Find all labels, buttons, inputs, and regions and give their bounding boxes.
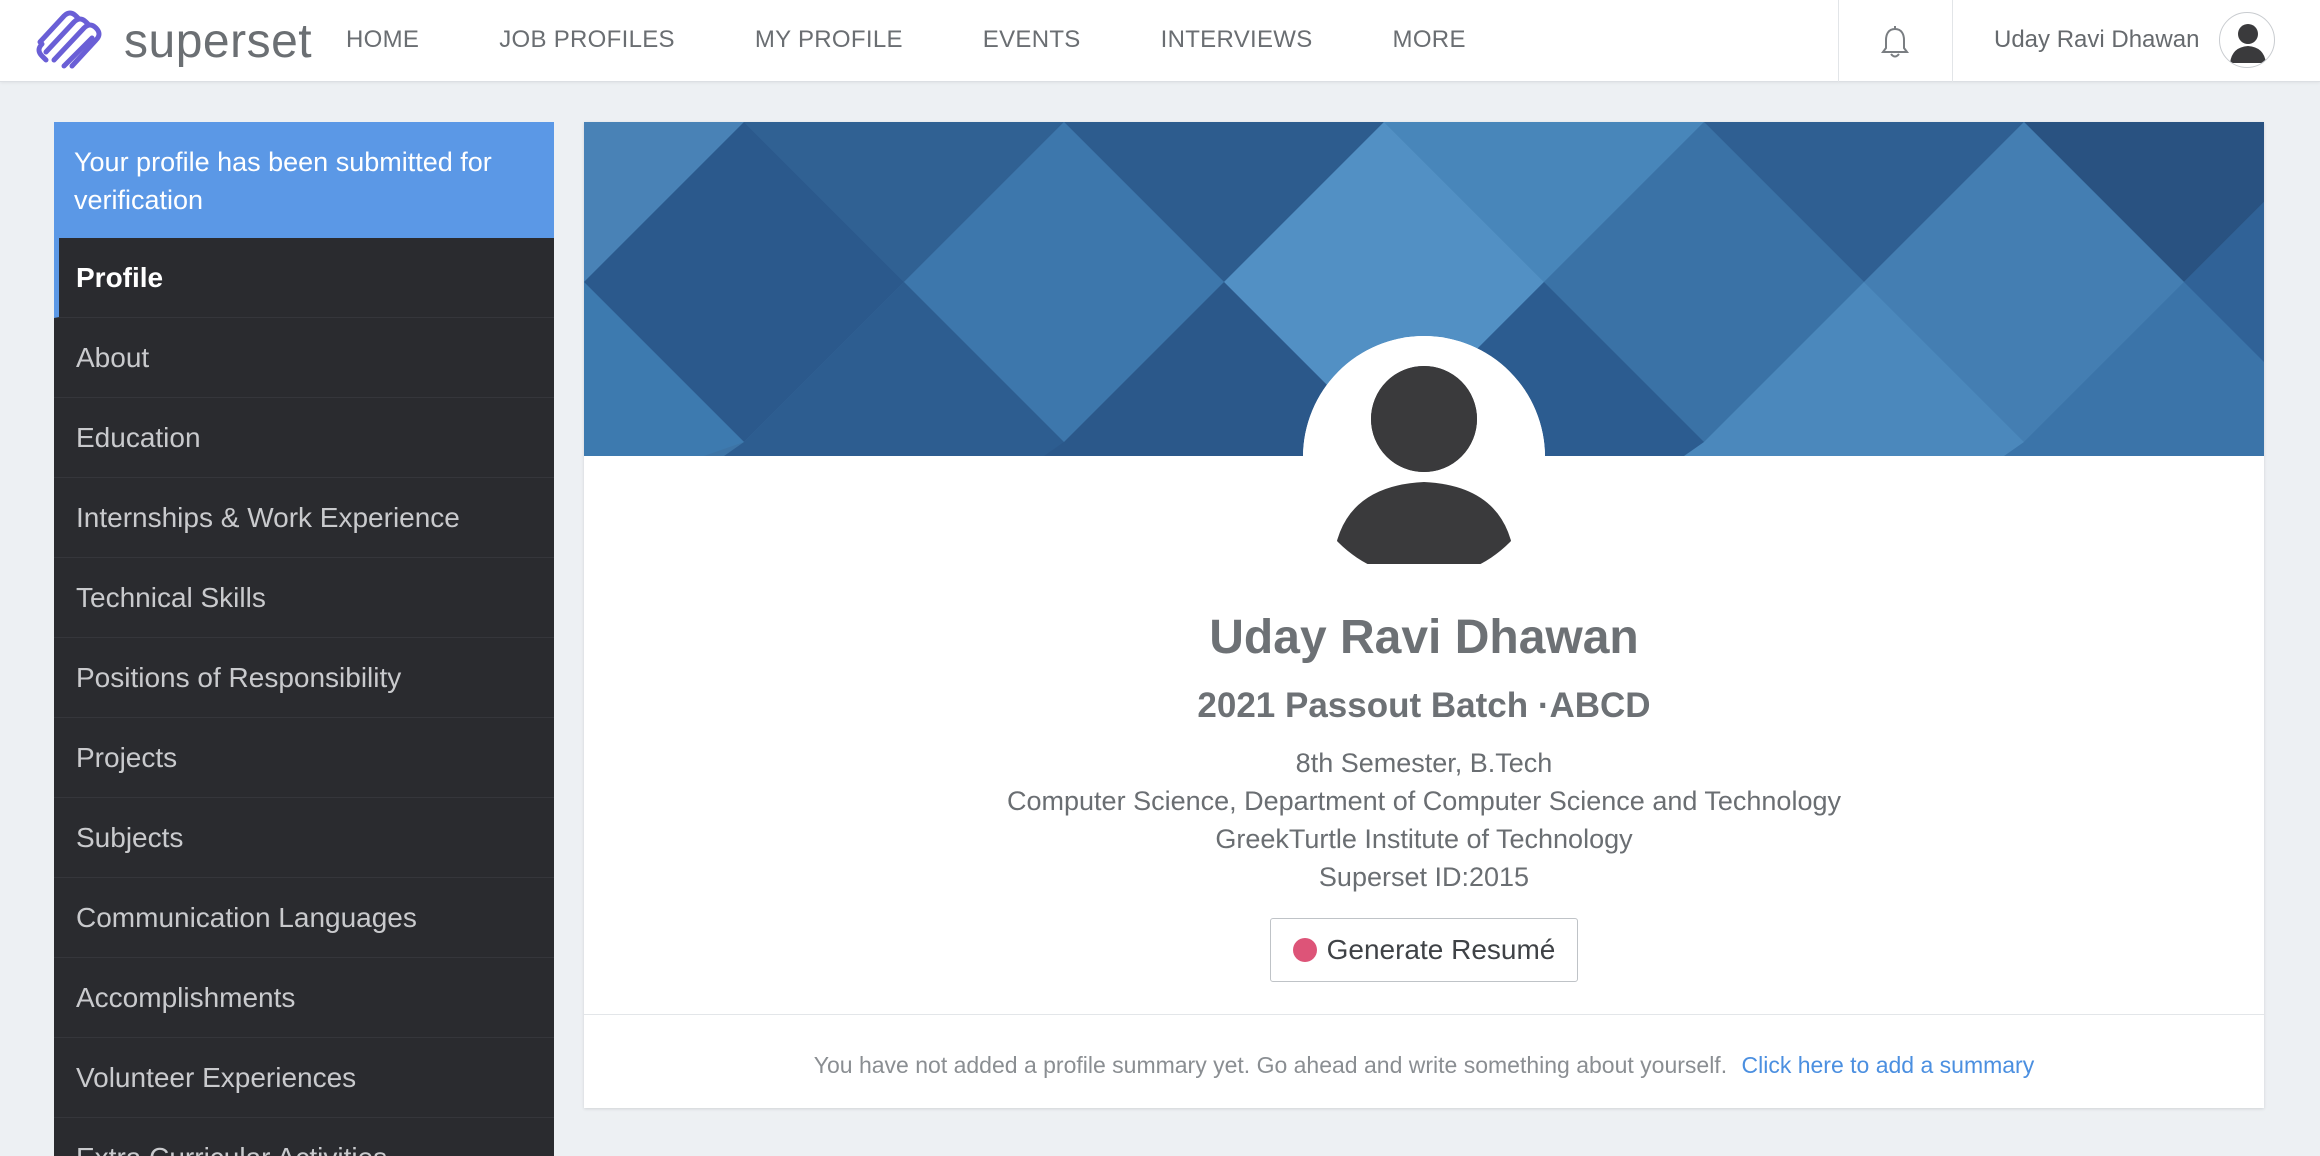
sidebar-item-projects[interactable]: Projects	[54, 718, 554, 798]
main-nav: HOME JOB PROFILES MY PROFILE EVENTS INTE…	[346, 0, 1546, 80]
nav-events[interactable]: EVENTS	[983, 26, 1081, 54]
generate-resume-button[interactable]: Generate Resumé	[1270, 918, 1578, 982]
nav-home[interactable]: HOME	[346, 26, 419, 54]
sidebar-item-profile[interactable]: Profile	[54, 238, 554, 318]
profile-batch: 2021 Passout Batch ·ABCD	[1197, 686, 1651, 725]
sidebar-item-languages[interactable]: Communication Languages	[54, 878, 554, 958]
user-avatar-icon[interactable]	[2219, 12, 2275, 68]
profile-photo-icon[interactable]	[1303, 336, 1545, 578]
profile-semester: 8th Semester, B.Tech	[1295, 748, 1553, 778]
nav-divider	[1838, 0, 1839, 82]
brand-name: superset	[124, 14, 313, 68]
top-navbar: superset HOME JOB PROFILES MY PROFILE EV…	[0, 0, 2320, 82]
sidebar-item-positions[interactable]: Positions of Responsibility	[54, 638, 554, 718]
superset-logo-icon	[34, 6, 112, 77]
nav-job-profiles[interactable]: JOB PROFILES	[499, 26, 675, 54]
sidebar-item-education[interactable]: Education	[54, 398, 554, 478]
profile-card: Uday Ravi Dhawan 2021 Passout Batch ·ABC…	[584, 122, 2264, 1108]
nav-my-profile[interactable]: MY PROFILE	[755, 26, 903, 54]
brand[interactable]: superset	[34, 6, 312, 76]
bell-icon[interactable]	[1878, 24, 1912, 60]
sidebar-item-technical-skills[interactable]: Technical Skills	[54, 558, 554, 638]
card-divider	[584, 1014, 2264, 1015]
header-user-name[interactable]: Uday Ravi Dhawan	[1994, 26, 2199, 54]
sidebar-item-volunteer[interactable]: Volunteer Experiences	[54, 1038, 554, 1118]
add-summary-link[interactable]: Click here to add a summary	[1741, 1052, 2034, 1078]
nav-interviews[interactable]: INTERVIEWS	[1161, 26, 1313, 54]
nav-more[interactable]: MORE	[1393, 26, 1466, 54]
sidebar-item-subjects[interactable]: Subjects	[54, 798, 554, 878]
sidebar-item-accomplishments[interactable]: Accomplishments	[54, 958, 554, 1038]
profile-summary-note: You have not added a profile summary yet…	[584, 1052, 2264, 1079]
generate-resume-label: Generate Resumé	[1326, 934, 1556, 965]
nav-divider	[1952, 0, 1953, 82]
profile-department: Computer Science, Department of Computer…	[1007, 786, 1841, 816]
sidebar-item-about[interactable]: About	[54, 318, 554, 398]
sidebar-item-internships[interactable]: Internships & Work Experience	[54, 478, 554, 558]
profile-name: Uday Ravi Dhawan	[1209, 611, 1639, 664]
profile-superset-id: Superset ID:2015	[1318, 862, 1530, 892]
sidebar-item-extracurricular[interactable]: Extra Curricular Activities	[54, 1118, 554, 1156]
summary-empty-text: You have not added a profile summary yet…	[813, 1052, 1728, 1078]
profile-sidebar: Your profile has been submitted for veri…	[54, 122, 554, 1156]
status-dot-icon	[1292, 938, 1317, 962]
profile-institute: GreekTurtle Institute of Technology	[1215, 824, 1633, 854]
verification-notice: Your profile has been submitted for veri…	[54, 122, 554, 238]
